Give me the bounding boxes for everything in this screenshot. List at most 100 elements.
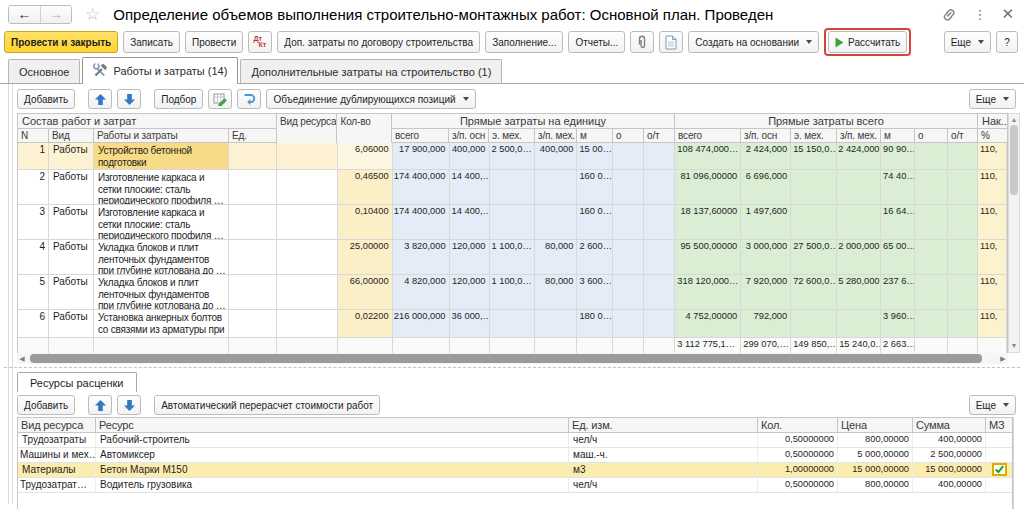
grid-cell[interactable] [915,275,948,309]
dt-kt-button[interactable]: ДтКт [248,31,272,53]
resource-move-down-button[interactable] [117,395,141,415]
grid-cell[interactable]: 108 474,000… [675,143,741,169]
grid-cell[interactable]: 0,50000000 [758,478,838,492]
grid-cell[interactable] [837,170,881,204]
vertical-scrollbar-thumb[interactable] [1010,125,1018,195]
grid-cell[interactable]: 318 120,000… [675,275,741,309]
grid-cell[interactable]: 14 400,… [450,170,490,204]
grid-cell[interactable]: Работы [49,275,94,309]
grid-cell[interactable]: 2 424,000 [741,143,791,169]
resource-row[interactable]: Трудозатрат…Водитель грузовикачел/ч0,500… [18,478,1012,493]
grid-cell[interactable] [49,338,94,354]
grid-cell[interactable]: 149 850,… [791,338,837,354]
reports-button[interactable]: Отчеты... [568,31,625,53]
grid-cell[interactable]: 5 [18,275,49,309]
grid-cell[interactable] [535,170,577,204]
grid-cell[interactable]: 160 0… [577,170,613,204]
grid-cell[interactable] [791,310,837,337]
grid-cell[interactable] [277,143,338,169]
grid-cell[interactable]: Трудозатрат… [18,478,96,492]
tab-main[interactable]: Основное [8,59,80,83]
grid-cell[interactable]: 1 100,0… [490,275,536,309]
grid-cell[interactable]: 299 070,… [741,338,791,354]
post-and-close-button[interactable]: Провести и закрыть [4,31,118,53]
post-button[interactable]: Провести [185,31,243,53]
grid-cell[interactable]: 15 240,0… [837,338,881,354]
grid-cell[interactable]: 237 6… [881,275,915,309]
grid-cell[interactable] [837,205,881,239]
grid-cell[interactable] [450,338,490,354]
refresh-button[interactable] [237,89,261,109]
tab-works-and-costs[interactable]: Работы и затраты (14) [82,57,238,84]
grid-cell[interactable]: 3 [18,205,49,239]
grid-cell[interactable]: Работы [49,143,94,169]
resource-move-up-button[interactable] [88,395,112,415]
grid-cell[interactable]: 792,000 [741,310,791,337]
grid-cell[interactable]: 800,00000 [838,478,913,492]
grid-cell[interactable]: 16 64… [881,205,915,239]
grid-cell[interactable]: маш.-ч. [569,448,758,462]
grid-cell[interactable]: Изготовление каркаса и сетки плоские: ст… [94,170,229,204]
grid-cell[interactable]: м3 [569,463,758,477]
grid-cell[interactable]: 120,000 [450,275,490,309]
grid-cell[interactable] [948,310,978,337]
grid-cell[interactable]: 110, [978,205,1007,239]
save-button[interactable]: Записать [123,31,180,53]
grid-cell[interactable] [229,275,277,309]
auto-recalc-button[interactable]: Автоматический перерасчет стоимости рабо… [154,395,380,415]
grid-cell[interactable]: 74 40… [881,170,915,204]
panel-splitter[interactable] [4,367,1020,368]
grid-cell[interactable] [490,310,536,337]
grid-cell[interactable] [613,143,644,169]
grid-cell[interactable]: 110, [978,240,1007,274]
grid-cell[interactable]: 3 600… [577,275,613,309]
grid-cell[interactable]: Материалы [18,463,96,477]
edit-prices-button[interactable] [208,89,232,109]
grid-cell[interactable] [948,275,978,309]
grid-cell[interactable]: 25,00000 [338,240,393,274]
grid-cell[interactable]: Укладка блоков и плит ленточных фундамен… [94,275,229,309]
grid-cell[interactable]: 4 820,000 [393,275,450,309]
grid-cell[interactable]: 0,46500 [338,170,393,204]
left-splitter[interactable] [8,84,13,504]
grid-cell[interactable] [613,240,644,274]
close-icon[interactable]: ✕ [1001,5,1014,23]
grid-cell[interactable]: 65 00… [881,240,915,274]
grid-cell[interactable]: 36 000,… [450,310,490,337]
fill-button[interactable]: Заполнение... [485,31,563,53]
back-button[interactable]: ← [9,6,40,23]
grid-cell[interactable] [915,310,948,337]
mz-checkbox-cell[interactable] [986,463,1012,477]
grid-cell[interactable]: 3 820,000 [393,240,450,274]
grid-cell[interactable] [915,170,948,204]
work-row[interactable]: 2РаботыИзготовление каркаса и сетки плос… [18,170,1007,205]
grid-cell[interactable]: 80,000 [535,240,577,274]
mz-checkbox[interactable] [992,463,1007,476]
work-row[interactable]: 3РаботыИзготовление каркаса и сетки плос… [18,205,1007,240]
grid-cell[interactable] [613,310,644,337]
grid-cell[interactable]: 15 000,00000 [838,463,913,477]
grid-cell[interactable]: 180 0… [577,310,613,337]
grid-cell[interactable] [948,240,978,274]
grid-cell[interactable] [948,205,978,239]
grid-cell[interactable]: 6,06000 [338,143,393,169]
grid-cell[interactable] [791,205,837,239]
grid-cell[interactable] [535,310,577,337]
grid-cell[interactable] [277,275,338,309]
grid-cell[interactable]: 2 000,000 [837,240,881,274]
grid-cell[interactable]: 6 [18,310,49,337]
grid-cell[interactable] [229,143,277,169]
grid-cell[interactable] [277,310,338,337]
grid-cell[interactable] [613,275,644,309]
grid-cell[interactable] [393,338,450,354]
grid-cell[interactable] [535,205,577,239]
resource-row[interactable]: Машины и мех…Автомиксермаш.-ч.0,50000000… [18,448,1012,463]
grid-cell[interactable]: 110, [978,310,1007,337]
grid-cell[interactable]: 3 000,000 [741,240,791,274]
grid-cell[interactable] [18,338,49,354]
grid-cell[interactable] [644,205,675,239]
grid-cell[interactable]: 14 400,… [450,205,490,239]
grid-cell[interactable] [490,338,536,354]
grid-cell[interactable]: 1 100,0… [490,240,536,274]
grid-cell[interactable] [229,310,277,337]
